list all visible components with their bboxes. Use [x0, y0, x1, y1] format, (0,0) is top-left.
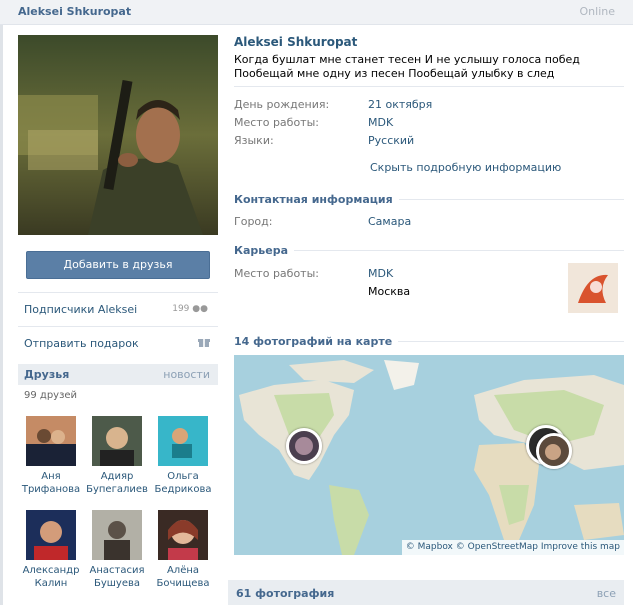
friend-last-name: Калин	[34, 578, 68, 589]
send-gift-label: Отправить подарок	[24, 337, 139, 350]
divider	[234, 86, 624, 87]
map-heading[interactable]: 14 фотографий на карте	[234, 335, 399, 348]
friend-avatar[interactable]	[92, 510, 142, 560]
map-photo-pin[interactable]	[286, 428, 322, 464]
languages-label: Языки:	[234, 134, 274, 147]
contact-heading: Контактная информация	[234, 193, 399, 206]
birthday-label: День рождения:	[234, 98, 330, 111]
followers-link[interactable]: Подписчики Aleksei 199 ●●	[18, 292, 218, 326]
photos-header[interactable]: 61 фотография все	[228, 580, 624, 605]
map-photo-pin[interactable]	[536, 433, 572, 469]
friend-first-name: Адияр	[100, 471, 134, 482]
career-work-city: Москва	[368, 285, 411, 298]
friend-first-name: Александр	[22, 565, 80, 576]
friends-heading[interactable]: Друзья	[24, 368, 69, 381]
work-label: Место работы:	[234, 116, 319, 129]
users-icon: ●●	[192, 304, 208, 314]
friend-avatar[interactable]	[158, 510, 208, 560]
add-friend-button[interactable]: Добавить в друзья	[26, 251, 210, 279]
friend-first-name: Ольга	[167, 471, 199, 482]
gift-icon	[198, 336, 210, 348]
friend-last-name: Бупегалиев	[86, 484, 148, 495]
friend-avatar[interactable]	[92, 416, 142, 466]
friend-last-name: Бедрикова	[154, 484, 212, 495]
topbar-name[interactable]: Aleksei Shkuropat	[18, 5, 131, 18]
career-work-label: Место работы:	[234, 267, 319, 280]
friend-card[interactable]: Адияр Бупегалиев	[85, 416, 149, 496]
followers-count: 199 ●●	[172, 304, 208, 314]
followers-label: Подписчики Aleksei	[24, 303, 138, 316]
photos-heading[interactable]: 61 фотография	[236, 587, 334, 600]
profile-status[interactable]: Когда бушлат мне станет тесен И не услыш…	[234, 53, 624, 81]
send-gift-link[interactable]: Отправить подарок	[18, 326, 218, 360]
profile-topbar: Aleksei Shkuropat Online	[0, 0, 633, 25]
profile-avatar[interactable]	[18, 35, 218, 235]
city-value[interactable]: Самара	[368, 215, 411, 228]
friends-news-link[interactable]: новости	[163, 368, 210, 381]
friend-card[interactable]: Ольга Бедрикова	[151, 416, 215, 496]
work-value[interactable]: MDK	[368, 116, 393, 129]
left-edge-divider	[0, 25, 3, 605]
friend-avatar[interactable]	[158, 416, 208, 466]
online-status: Online	[579, 5, 615, 18]
friend-card[interactable]: Анастасия Бушуева	[85, 510, 149, 590]
city-label: Город:	[234, 215, 273, 228]
friend-card[interactable]: Алёна Бочищева	[151, 510, 215, 590]
photo-map[interactable]: © Mapbox © OpenStreetMap Improve this ma…	[234, 355, 624, 555]
birthday-value[interactable]: 21 октября	[368, 98, 432, 111]
friend-avatar[interactable]	[26, 510, 76, 560]
friend-card[interactable]: Аня Трифанова	[19, 416, 83, 496]
friend-avatar[interactable]	[26, 416, 76, 466]
friend-first-name: Анастасия	[89, 565, 145, 576]
career-logo[interactable]	[568, 263, 618, 313]
career-heading: Карьера	[234, 244, 295, 257]
photos-all-link[interactable]: все	[597, 587, 616, 600]
map-attribution[interactable]: © Mapbox © OpenStreetMap Improve this ma…	[401, 540, 624, 555]
career-work-value[interactable]: MDK	[368, 267, 393, 280]
friend-first-name: Алёна	[166, 565, 200, 576]
friend-last-name: Бочищева	[156, 578, 210, 589]
hide-details-link[interactable]: Скрыть подробную информацию	[370, 161, 561, 174]
friends-header: Друзья новости	[18, 364, 218, 385]
friends-count[interactable]: 99 друзей	[24, 390, 77, 401]
friend-card[interactable]: Александр Калин	[19, 510, 83, 590]
profile-name: Aleksei Shkuropat	[234, 35, 358, 49]
languages-value[interactable]: Русский	[368, 134, 414, 147]
friend-first-name: Аня	[41, 471, 61, 482]
friend-last-name: Трифанова	[21, 484, 81, 495]
friend-last-name: Бушуева	[93, 578, 141, 589]
